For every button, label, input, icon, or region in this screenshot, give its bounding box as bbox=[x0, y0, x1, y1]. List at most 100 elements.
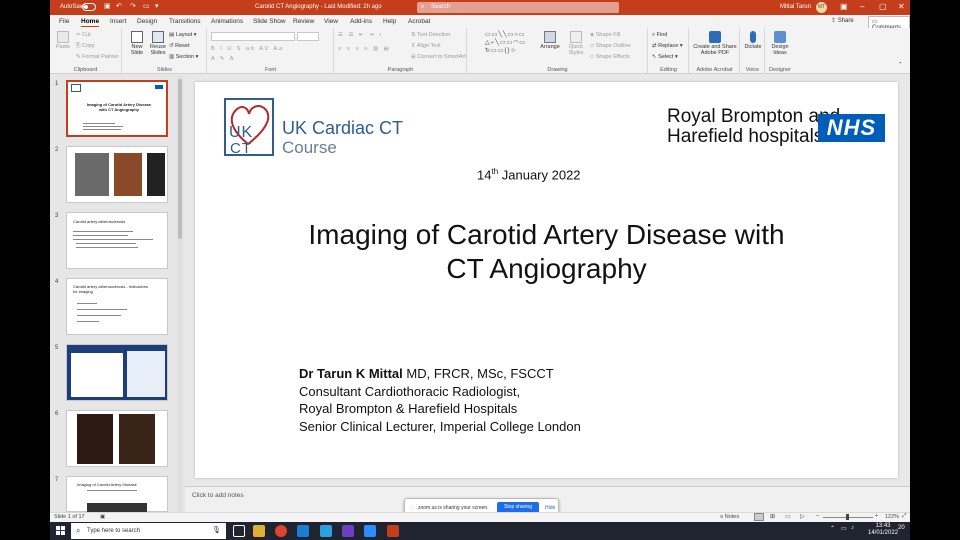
zoom-slider-handle[interactable] bbox=[846, 514, 849, 520]
arrange-button[interactable]: Arrange bbox=[538, 31, 562, 50]
share-button[interactable]: ⇪ Share bbox=[831, 17, 854, 24]
save-icon[interactable]: ▣ bbox=[104, 2, 111, 10]
tab-file[interactable]: File bbox=[59, 18, 69, 25]
file-explorer-icon[interactable] bbox=[253, 525, 265, 537]
onenote-icon[interactable] bbox=[342, 525, 354, 537]
volume-icon[interactable]: ♪ bbox=[851, 525, 854, 531]
microphone-icon[interactable]: 🎙 bbox=[212, 523, 221, 539]
present-icon[interactable]: ▭ bbox=[143, 2, 150, 10]
reset-button[interactable]: ↺ Reset bbox=[169, 43, 190, 49]
clock[interactable]: 13:43 14/01/2022 bbox=[868, 523, 898, 537]
tab-add-ins[interactable]: Add-ins bbox=[350, 18, 372, 25]
tab-design[interactable]: Design bbox=[137, 18, 157, 25]
notes-toggle[interactable]: ≡ Notes bbox=[720, 514, 739, 520]
tab-home[interactable]: Home bbox=[81, 18, 100, 27]
slide-thumbnail-4[interactable]: Carotid artery atherosclerosis - Indicat… bbox=[66, 278, 168, 335]
slide-thumbnail-1[interactable]: Imaging of Carotid Artery Disease with C… bbox=[66, 80, 168, 137]
slide-thumbnail-7[interactable]: Imaging of Carotid Artery Disease bbox=[66, 476, 168, 512]
slide-thumbnail-5[interactable] bbox=[66, 344, 168, 401]
tab-insert[interactable]: Insert bbox=[110, 18, 126, 25]
author-block[interactable]: Dr Tarun K Mittal MD, FRCR, MSc, FSCCT C… bbox=[299, 365, 581, 435]
document-title[interactable]: Carotid CT Angiography - Last Modified: … bbox=[255, 4, 382, 10]
tray-chevron-icon[interactable]: ⌃ bbox=[830, 525, 835, 532]
thumbnail-scrollbar[interactable] bbox=[177, 75, 183, 512]
tab-review[interactable]: Review bbox=[293, 18, 314, 25]
user-name[interactable]: Mittal Tarun bbox=[780, 4, 811, 10]
reading-view-icon[interactable]: ▭ bbox=[785, 513, 791, 520]
search-box[interactable]: ⌕ Search bbox=[417, 2, 619, 13]
align-text-button[interactable]: ⇕ Align Text bbox=[411, 43, 441, 49]
author-qualifications: MD, FRCR, MSc, FSCCT bbox=[402, 366, 554, 381]
close-icon[interactable]: ✕ bbox=[898, 2, 905, 11]
select-button[interactable]: ↖ Select ▾ bbox=[652, 54, 678, 60]
scrollbar-thumb[interactable] bbox=[178, 79, 182, 239]
thumb-title: Imaging of Carotid Artery Disease with C… bbox=[86, 102, 152, 112]
zoom-in-icon[interactable]: + bbox=[875, 513, 878, 519]
hide-button[interactable]: Hide bbox=[545, 505, 555, 511]
powerpoint-app-icon[interactable] bbox=[387, 525, 399, 537]
shape-outline-button[interactable]: ▱ Shape Outline bbox=[590, 43, 631, 49]
fit-slide-icon[interactable]: ⤢ bbox=[902, 513, 906, 520]
layout-button[interactable]: ▤ Layout ▾ bbox=[169, 32, 197, 38]
copy-button[interactable]: ⎘ Copy bbox=[76, 43, 95, 50]
slide-thumbnail-3[interactable]: Carotid artery atherosclerosis bbox=[66, 212, 168, 269]
avatar[interactable]: MT bbox=[816, 2, 827, 13]
find-button[interactable]: ⌕ Find bbox=[652, 32, 667, 39]
maximize-icon[interactable]: ▢ bbox=[879, 2, 887, 11]
shape-effects-button[interactable]: ◇ Shape Effects bbox=[590, 54, 630, 60]
normal-view-icon[interactable] bbox=[754, 513, 764, 521]
shapes-gallery[interactable]: ▭▭╲╲▭○▭ △⌐╲▭▭◠▭ ↻▭▭{}☆ bbox=[485, 31, 533, 58]
tab-acrobat[interactable]: Acrobat bbox=[408, 18, 430, 25]
design-ideas-button[interactable]: Design Ideas bbox=[768, 31, 792, 56]
network-icon[interactable]: ▭ bbox=[841, 525, 847, 532]
new-slide-button[interactable]: New Slide bbox=[127, 31, 147, 56]
undo-icon[interactable]: ↶ bbox=[116, 2, 122, 10]
dictate-button[interactable]: Dictate bbox=[742, 31, 764, 50]
quick-styles-button[interactable]: Quick Styles bbox=[564, 31, 588, 56]
windows-start-icon[interactable] bbox=[56, 526, 65, 535]
chrome-icon[interactable] bbox=[275, 525, 287, 537]
taskbar-search-box[interactable]: ⌕ Type here to search 🎙 bbox=[71, 523, 226, 539]
current-slide[interactable]: UK CT UK Cardiac CT Course Royal Brompto… bbox=[195, 82, 898, 478]
minimize-icon[interactable]: – bbox=[860, 2, 864, 11]
shape-fill-button[interactable]: ◈ Shape Fill bbox=[590, 32, 620, 38]
smartart-button[interactable]: ⊞ Convert to SmartArt bbox=[411, 54, 466, 60]
reuse-slides-button[interactable]: Reuse Slides bbox=[148, 31, 168, 56]
cut-button[interactable]: ✂ Cut bbox=[76, 32, 91, 38]
font-format-buttons[interactable]: B I U S ab AV Aa bbox=[211, 46, 284, 52]
slideshow-icon[interactable]: ▷ bbox=[800, 513, 805, 520]
ribbon-options-icon[interactable]: ▣ bbox=[840, 2, 848, 11]
slide-title[interactable]: Imaging of Carotid Artery Disease with C… bbox=[255, 218, 838, 286]
autosave-toggle[interactable] bbox=[82, 3, 96, 11]
outlook-icon[interactable] bbox=[297, 525, 309, 537]
tab-help[interactable]: Help bbox=[383, 18, 396, 25]
slide-thumbnail-6[interactable] bbox=[66, 410, 168, 467]
spelling-icon[interactable]: ▣ bbox=[100, 514, 105, 520]
task-view-icon[interactable] bbox=[233, 525, 245, 537]
format-painter-button[interactable]: ✎ Format Painter bbox=[76, 54, 119, 60]
font-size-field[interactable] bbox=[297, 32, 319, 41]
slide-thumbnail-2[interactable] bbox=[66, 146, 168, 203]
collapse-ribbon-icon[interactable]: ⌃ bbox=[898, 62, 903, 68]
text-direction-button[interactable]: ⇅ Text Direction bbox=[411, 32, 450, 38]
zoom-out-icon[interactable]: – bbox=[816, 513, 819, 519]
tab-slide-show[interactable]: Slide Show bbox=[253, 18, 286, 25]
font-name-field[interactable] bbox=[211, 32, 295, 41]
paste-button[interactable]: Paste bbox=[54, 31, 72, 50]
zoom-app-icon[interactable] bbox=[364, 525, 376, 537]
notification-count[interactable]: 20 bbox=[898, 525, 905, 531]
list-buttons[interactable]: ☰ ☰ ⇤ ⇥ ↕ bbox=[338, 32, 384, 38]
align-buttons[interactable]: ≡ ≡ ≡ ≡ ▥ ▤ bbox=[338, 46, 391, 52]
replace-button[interactable]: ⇄ Replace ▾ bbox=[652, 43, 683, 49]
tab-view[interactable]: View bbox=[324, 18, 338, 25]
edge-icon[interactable] bbox=[320, 525, 332, 537]
section-button[interactable]: ▥ Section ▾ bbox=[169, 54, 198, 60]
slide-sorter-icon[interactable]: ⊞ bbox=[770, 513, 775, 520]
customize-icon[interactable]: ▾ bbox=[155, 2, 159, 10]
create-pdf-button[interactable]: Create and Share Adobe PDF bbox=[693, 31, 737, 56]
tab-animations[interactable]: Animations bbox=[211, 18, 243, 25]
font-color-buttons[interactable]: A ✎ A bbox=[211, 56, 235, 62]
tab-transitions[interactable]: Transitions bbox=[169, 18, 201, 25]
redo-icon[interactable]: ↷ bbox=[130, 2, 136, 10]
zoom-level[interactable]: 122% bbox=[885, 514, 899, 520]
